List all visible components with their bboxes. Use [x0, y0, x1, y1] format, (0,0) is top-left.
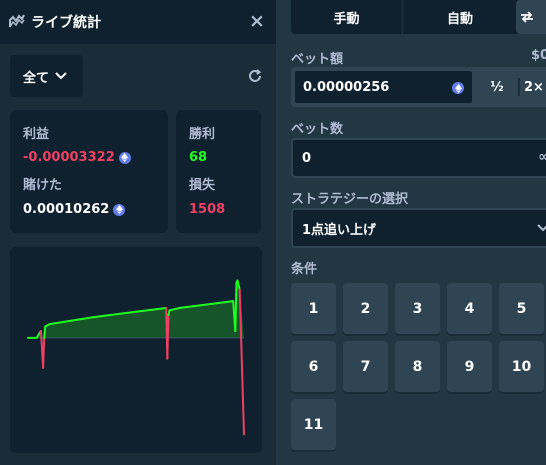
tab-manual[interactable]: 手動 — [291, 0, 403, 34]
bet-count-input[interactable]: 0 ∞ — [291, 138, 546, 178]
bet-amount-label: ベット額 — [291, 52, 344, 67]
condition-button-5[interactable]: 5 — [499, 283, 544, 334]
profit-line-segment — [166, 313, 170, 360]
live-stats-title: ライブ統計 — [31, 15, 101, 31]
conditions-label: 条件 — [291, 262, 318, 277]
condition-button-2[interactable]: 2 — [343, 283, 388, 334]
condition-button-11[interactable]: 11 — [291, 399, 336, 450]
losses-label: 損失 — [189, 178, 216, 193]
condition-button-4[interactable]: 4 — [447, 283, 492, 334]
wins-losses-card: 勝利 68 損失 1508 — [176, 110, 261, 233]
swap-icon — [521, 11, 533, 23]
condition-button-3[interactable]: 3 — [395, 283, 440, 334]
profit-label: 利益 — [23, 127, 50, 142]
wagered-amount: 0.00010262 — [23, 202, 110, 217]
bet-count-value: 0 — [302, 150, 312, 166]
tab-third[interactable] — [516, 0, 546, 34]
profit-amount: -0.00003322 — [23, 150, 115, 165]
live-stats-panel: ライブ統計 × 全て 利益 -0.00003322 賭けた 0.00010262… — [0, 0, 276, 465]
live-stats-header: ライブ統計 × — [0, 0, 276, 44]
bet-amount-group: 0.00000256 ½ 2× — [291, 67, 546, 107]
bet-count-label: ベット数 — [291, 122, 344, 137]
profit-line-segment — [42, 336, 46, 369]
wins-value: 68 — [189, 150, 208, 165]
profit-wagered-card: 利益 -0.00003322 賭けた 0.00010262 — [10, 110, 168, 233]
eth-icon — [113, 203, 126, 216]
infinity-icon[interactable]: ∞ — [538, 149, 546, 165]
stats-chart-icon — [9, 14, 25, 28]
profit-line-segment — [234, 281, 238, 333]
condition-button-7[interactable]: 7 — [343, 341, 388, 392]
bet-amount-value: 0.00000256 — [303, 79, 390, 95]
bet-amount-usd: $0 — [531, 48, 546, 63]
filter-dropdown[interactable]: 全て — [10, 55, 83, 97]
profit-area — [28, 280, 244, 338]
mode-tabs: 手動 自動 — [291, 0, 546, 34]
profit-line-segment — [238, 288, 245, 436]
refresh-icon[interactable] — [248, 69, 262, 83]
tab-auto[interactable]: 自動 — [404, 0, 516, 34]
condition-button-1[interactable]: 1 — [291, 283, 336, 334]
strategy-value: 1点追い上げ — [302, 222, 377, 238]
profit-value: -0.00003322 — [23, 150, 131, 165]
condition-button-6[interactable]: 6 — [291, 341, 336, 392]
double-button[interactable]: 2× — [521, 69, 546, 105]
profit-chart-svg — [27, 279, 245, 436]
filter-label: 全て — [23, 70, 50, 86]
condition-button-8[interactable]: 8 — [395, 341, 440, 392]
divider — [518, 78, 520, 96]
bet-amount-input[interactable]: 0.00000256 — [293, 69, 474, 105]
condition-button-9[interactable]: 9 — [447, 341, 492, 392]
strategy-label: ストラテジーの選択 — [291, 192, 409, 207]
wagered-value: 0.00010262 — [23, 202, 126, 217]
eth-icon — [118, 151, 131, 164]
close-icon[interactable]: × — [249, 12, 265, 31]
eth-icon — [452, 82, 464, 94]
wins-label: 勝利 — [189, 127, 216, 142]
profit-chart — [10, 247, 262, 453]
condition-button-10[interactable]: 10 — [499, 341, 544, 392]
wagered-label: 賭けた — [23, 178, 63, 193]
half-button[interactable]: ½ — [477, 69, 517, 105]
profit-line-segment — [43, 325, 47, 339]
strategy-select[interactable]: 1点追い上げ — [291, 208, 546, 248]
losses-value: 1508 — [189, 202, 226, 217]
chevron-down-icon — [55, 72, 67, 80]
chevron-down-icon — [537, 224, 546, 232]
bet-controls-panel: 手動 自動 ベット額 $0 0.00000256 ½ 2× ベット数 0 ∞ ス… — [276, 0, 546, 465]
